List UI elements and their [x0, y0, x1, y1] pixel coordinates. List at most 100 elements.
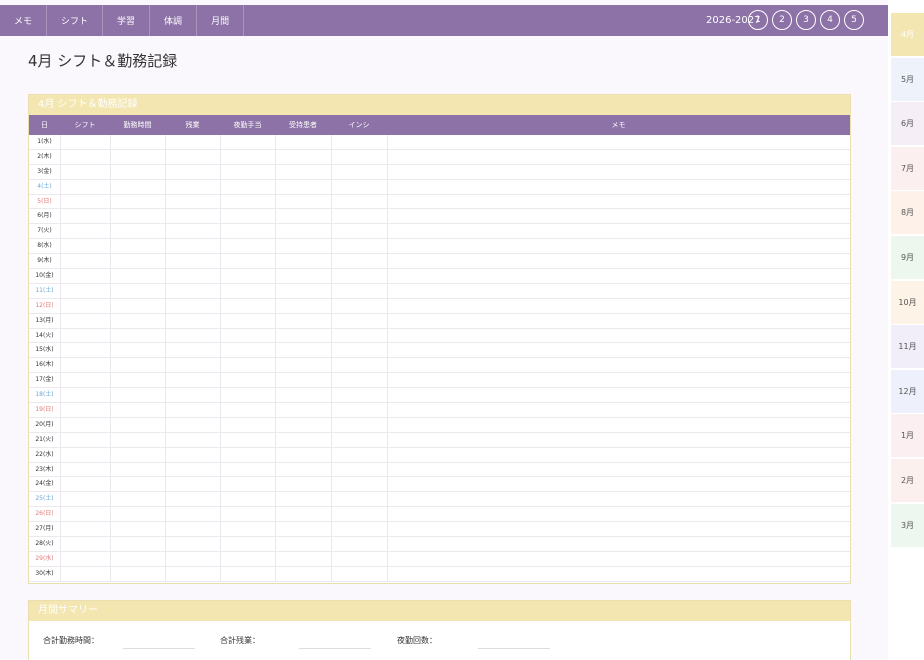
shift-cell[interactable]: [60, 447, 110, 463]
month-tab-10[interactable]: 10月: [891, 280, 924, 324]
patients-cell[interactable]: [275, 328, 331, 344]
incident-cell[interactable]: [331, 135, 387, 150]
shift-cell[interactable]: [60, 298, 110, 314]
night-allowance-cell[interactable]: [220, 194, 275, 210]
night-allowance-cell[interactable]: [220, 537, 275, 552]
work-hours-cell[interactable]: [110, 269, 165, 284]
nav-tab-health[interactable]: 体調: [150, 5, 198, 36]
memo-cell[interactable]: [387, 328, 850, 344]
nav-tab-memo[interactable]: メモ: [0, 5, 48, 36]
nav-tab-study[interactable]: 学習: [103, 5, 151, 36]
shift-cell[interactable]: [60, 135, 110, 150]
work-hours-cell[interactable]: [110, 254, 165, 270]
work-hours-cell[interactable]: [110, 551, 165, 567]
shift-cell[interactable]: [60, 507, 110, 523]
memo-cell[interactable]: [387, 522, 850, 538]
night-allowance-cell[interactable]: [220, 551, 275, 567]
patients-cell[interactable]: [275, 507, 331, 523]
overtime-cell[interactable]: [165, 403, 220, 418]
month-tab-12[interactable]: 12月: [891, 369, 924, 413]
overtime-cell[interactable]: [165, 566, 220, 582]
patients-cell[interactable]: [275, 417, 331, 433]
patients-cell[interactable]: [275, 566, 331, 582]
work-hours-cell[interactable]: [110, 566, 165, 582]
patients-cell[interactable]: [275, 432, 331, 448]
night-allowance-cell[interactable]: [220, 417, 275, 433]
shift-cell[interactable]: [60, 224, 110, 240]
night-allowance-cell[interactable]: [220, 239, 275, 255]
work-hours-cell[interactable]: [110, 522, 165, 538]
overtime-cell[interactable]: [165, 432, 220, 448]
nav-tab-shift[interactable]: シフト: [47, 5, 104, 36]
work-hours-cell[interactable]: [110, 298, 165, 314]
work-hours-cell[interactable]: [110, 135, 165, 150]
incident-cell[interactable]: [331, 417, 387, 433]
night-allowance-cell[interactable]: [220, 179, 275, 195]
patients-cell[interactable]: [275, 537, 331, 552]
work-hours-cell[interactable]: [110, 507, 165, 523]
memo-cell[interactable]: [387, 566, 850, 582]
night-allowance-cell[interactable]: [220, 566, 275, 582]
shift-cell[interactable]: [60, 239, 110, 255]
shift-cell[interactable]: [60, 269, 110, 284]
patients-cell[interactable]: [275, 283, 331, 299]
memo-cell[interactable]: [387, 224, 850, 240]
overtime-cell[interactable]: [165, 135, 220, 150]
memo-cell[interactable]: [387, 343, 850, 359]
summary-total-overtime-field[interactable]: [299, 648, 371, 649]
work-hours-cell[interactable]: [110, 328, 165, 344]
incident-cell[interactable]: [331, 447, 387, 463]
night-allowance-cell[interactable]: [220, 522, 275, 538]
incident-cell[interactable]: [331, 477, 387, 493]
work-hours-cell[interactable]: [110, 164, 165, 180]
shift-cell[interactable]: [60, 388, 110, 404]
summary-total-hours-field[interactable]: [123, 648, 195, 649]
shift-cell[interactable]: [60, 477, 110, 493]
overtime-cell[interactable]: [165, 507, 220, 523]
patients-cell[interactable]: [275, 298, 331, 314]
overtime-cell[interactable]: [165, 164, 220, 180]
month-tab-1[interactable]: 1月: [891, 414, 924, 458]
month-tab-5[interactable]: 5月: [891, 57, 924, 101]
memo-cell[interactable]: [387, 254, 850, 270]
month-tab-7[interactable]: 7月: [891, 146, 924, 190]
night-allowance-cell[interactable]: [220, 462, 275, 478]
overtime-cell[interactable]: [165, 239, 220, 255]
night-allowance-cell[interactable]: [220, 254, 275, 270]
incident-cell[interactable]: [331, 194, 387, 210]
memo-cell[interactable]: [387, 477, 850, 493]
overtime-cell[interactable]: [165, 194, 220, 210]
overtime-cell[interactable]: [165, 209, 220, 225]
overtime-cell[interactable]: [165, 388, 220, 404]
month-tab-9[interactable]: 9月: [891, 235, 924, 279]
memo-cell[interactable]: [387, 551, 850, 567]
work-hours-cell[interactable]: [110, 149, 165, 165]
memo-cell[interactable]: [387, 417, 850, 433]
work-hours-cell[interactable]: [110, 432, 165, 448]
work-hours-cell[interactable]: [110, 179, 165, 195]
work-hours-cell[interactable]: [110, 537, 165, 552]
shift-cell[interactable]: [60, 566, 110, 582]
shift-cell[interactable]: [60, 417, 110, 433]
work-hours-cell[interactable]: [110, 358, 165, 374]
circle-button-1[interactable]: 1: [748, 10, 768, 30]
shift-cell[interactable]: [60, 373, 110, 389]
night-allowance-cell[interactable]: [220, 164, 275, 180]
overtime-cell[interactable]: [165, 492, 220, 508]
night-allowance-cell[interactable]: [220, 343, 275, 359]
circle-button-2[interactable]: 2: [772, 10, 792, 30]
shift-cell[interactable]: [60, 209, 110, 225]
overtime-cell[interactable]: [165, 477, 220, 493]
month-tab-8[interactable]: 8月: [891, 191, 924, 235]
month-tab-6[interactable]: 6月: [891, 102, 924, 146]
summary-night-count-field[interactable]: [478, 648, 550, 649]
memo-cell[interactable]: [387, 447, 850, 463]
shift-cell[interactable]: [60, 403, 110, 418]
work-hours-cell[interactable]: [110, 209, 165, 225]
memo-cell[interactable]: [387, 179, 850, 195]
work-hours-cell[interactable]: [110, 417, 165, 433]
incident-cell[interactable]: [331, 224, 387, 240]
memo-cell[interactable]: [387, 373, 850, 389]
shift-cell[interactable]: [60, 551, 110, 567]
overtime-cell[interactable]: [165, 224, 220, 240]
